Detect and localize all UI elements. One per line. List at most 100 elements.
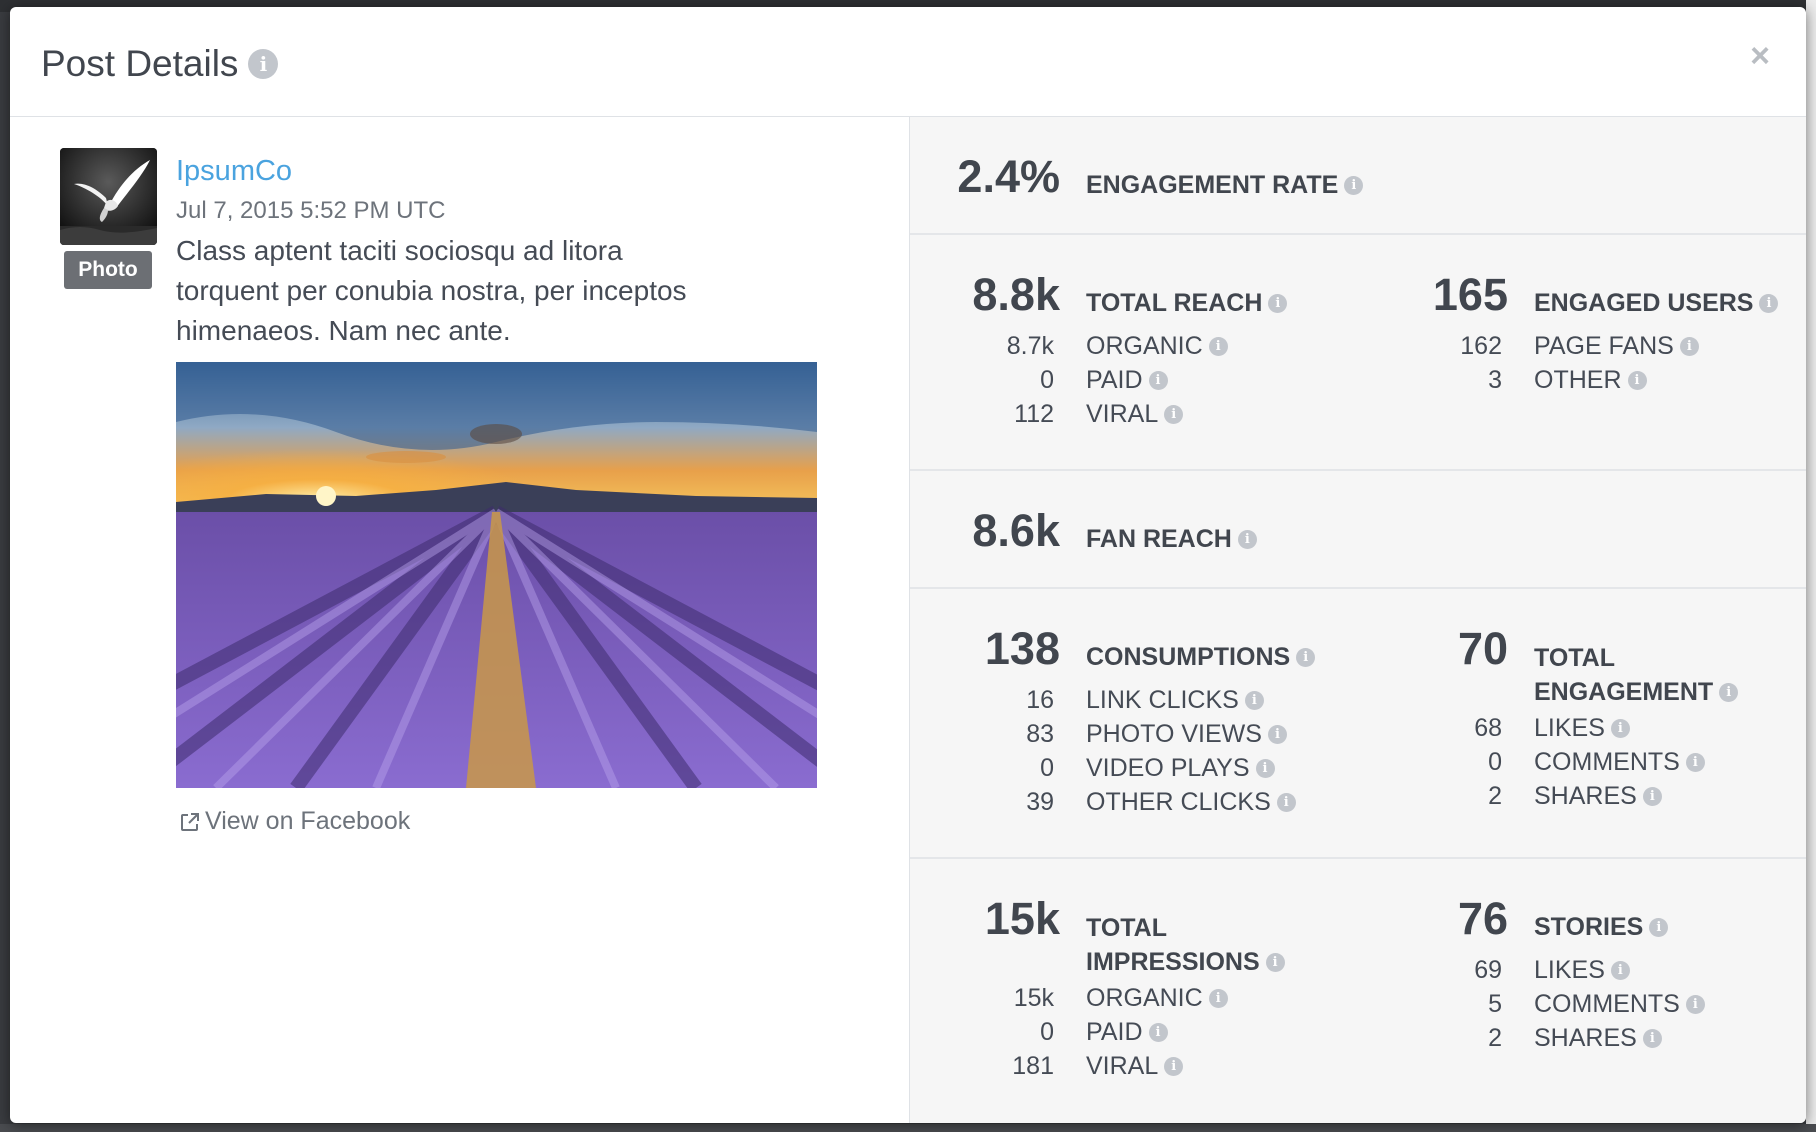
sub-metric-row: 3 OTHER i — [1392, 363, 1647, 397]
info-icon[interactable]: i — [1255, 758, 1275, 778]
info-icon[interactable]: i — [1679, 336, 1699, 356]
modal-title: Post Details i — [41, 43, 279, 85]
info-icon[interactable]: i — [1276, 792, 1296, 812]
post-details-modal: Post Details i × Photo IpsumCo Jul 7, 20… — [10, 7, 1806, 1123]
total-engagement-label-line2: ENGAGEMENT — [1534, 678, 1714, 706]
info-icon[interactable]: i — [1685, 752, 1705, 772]
sub-metric-value: 83 — [1026, 719, 1054, 748]
impressions-section: 15k TOTAL IMPRESSIONS i 15k ORGANIC i 0 P… — [910, 859, 1806, 1123]
sub-metric-row: 16 LINK CLICKS i — [944, 683, 1264, 717]
total-impressions-label-line2: IMPRESSIONS — [1086, 948, 1260, 976]
consumptions-label-text: CONSUMPTIONS — [1086, 643, 1291, 671]
sub-metric-value: 162 — [1460, 331, 1502, 360]
sub-metric-label-text: VIRAL — [1086, 399, 1159, 428]
consumptions-value: 138 — [984, 623, 1060, 674]
sub-metric-label: VIRAL i — [1086, 1052, 1184, 1081]
info-icon[interactable]: i — [1344, 176, 1364, 195]
sub-metric-label-text: SHARES — [1534, 781, 1637, 810]
author-link[interactable]: IpsumCo — [176, 155, 292, 188]
sub-metric-label-text: LIKES — [1534, 713, 1605, 742]
info-icon[interactable]: i — [1642, 786, 1662, 806]
engaged-users-label: ENGAGED USERS i — [1534, 289, 1779, 318]
info-icon[interactable]: i — [1208, 336, 1228, 356]
total-reach-label-text: TOTAL REACH — [1086, 289, 1263, 317]
sub-metric-label: SHARES i — [1534, 1024, 1662, 1053]
sub-metric-label: LIKES i — [1534, 956, 1630, 985]
sub-metric-label-text: COMMENTS — [1534, 747, 1680, 776]
background-page-bottom — [0, 1124, 1816, 1132]
info-icon[interactable]: i — [1237, 530, 1257, 549]
info-icon[interactable]: i — [1610, 718, 1630, 738]
stories-value: 76 — [1457, 893, 1508, 944]
sub-metric-row: 83 PHOTO VIEWS i — [944, 717, 1287, 751]
sub-metric-label: LINK CLICKS i — [1086, 686, 1264, 715]
total-engagement-label: TOTAL ENGAGEMENT i — [1534, 641, 1774, 709]
sub-metric-label-text: ORGANIC — [1086, 331, 1203, 360]
post-timestamp: Jul 7, 2015 5:52 PM UTC — [176, 197, 446, 224]
info-icon[interactable]: i — [1296, 648, 1316, 667]
sub-metric-label-text: COMMENTS — [1534, 989, 1680, 1018]
sub-metric-value: 5 — [1488, 989, 1502, 1018]
sub-metric-value: 0 — [1488, 747, 1502, 776]
sub-metric-label-text: ORGANIC — [1086, 983, 1203, 1012]
post-text: Class aptent taciti sociosqu ad litora t… — [176, 235, 687, 346]
sub-metric-value: 16 — [1026, 685, 1054, 714]
avatar-dove-image — [60, 148, 157, 245]
sub-metric-value: 0 — [1040, 365, 1054, 394]
sub-metric-label-text: VIDEO PLAYS — [1086, 753, 1250, 782]
engagement-rate-value: 2.4% — [957, 151, 1060, 202]
info-icon[interactable]: i — [1627, 370, 1647, 390]
sub-metric-label: ORGANIC i — [1086, 984, 1228, 1013]
engagement-rate-label-text: ENGAGEMENT RATE — [1086, 171, 1339, 199]
info-icon[interactable]: i — [1148, 1022, 1168, 1042]
sub-metric-label-text: LINK CLICKS — [1086, 685, 1239, 714]
avatar[interactable] — [60, 148, 157, 245]
sub-metric-row: 0 VIDEO PLAYS i — [944, 751, 1275, 785]
sub-metric-row: 2 SHARES i — [1392, 779, 1662, 813]
info-icon[interactable]: i — [1148, 370, 1168, 390]
sub-metric-label: PAID i — [1086, 366, 1168, 395]
info-icon[interactable]: i — [1649, 918, 1669, 937]
sub-metric-label-text: PAID — [1086, 1017, 1143, 1046]
total-impressions-label-line1: TOTAL — [1086, 914, 1168, 942]
total-engagement-value: 70 — [1457, 623, 1508, 674]
stories-label-text: STORIES — [1534, 913, 1644, 941]
info-icon[interactable]: i — [1642, 1028, 1662, 1048]
info-icon[interactable]: i — [1208, 988, 1228, 1008]
sub-metric-label: OTHER i — [1534, 366, 1647, 395]
view-on-facebook-label: View on Facebook — [205, 807, 411, 835]
info-icon[interactable]: i — [1685, 994, 1705, 1014]
modal-title-text: Post Details — [41, 43, 239, 84]
info-icon[interactable]: i — [1719, 682, 1739, 702]
sub-metric-row: 162 PAGE FANS i — [1392, 329, 1699, 363]
post-type-badge: Photo — [64, 251, 152, 289]
close-button[interactable]: × — [1750, 39, 1770, 73]
total-impressions-label-line2-wrap: IMPRESSIONS i — [1086, 945, 1326, 979]
post-image[interactable] — [176, 362, 817, 788]
total-impressions-value: 15k — [984, 893, 1060, 944]
sub-metric-label: COMMENTS i — [1534, 748, 1705, 777]
total-engagement-label-line1: TOTAL — [1534, 644, 1616, 672]
info-icon[interactable]: i — [1265, 952, 1285, 972]
info-icon[interactable]: i — [1759, 294, 1779, 313]
sub-metric-row: 181 VIRAL i — [944, 1049, 1184, 1083]
modal-header: Post Details i × — [10, 7, 1806, 117]
consumptions-section: 138 CONSUMPTIONS i 16 LINK CLICKS i 83 PH… — [910, 589, 1806, 859]
sub-metric-label: LIKES i — [1534, 714, 1630, 743]
info-icon[interactable]: i — [248, 49, 279, 79]
sub-metric-row: 0 PAID i — [944, 363, 1168, 397]
view-on-facebook-link[interactable]: View on Facebook — [178, 807, 410, 836]
stories-label: STORIES i — [1534, 913, 1669, 942]
info-icon[interactable]: i — [1268, 294, 1288, 313]
sub-metric-label-text: OTHER CLICKS — [1086, 787, 1271, 816]
sub-metric-label: SHARES i — [1534, 782, 1662, 811]
info-icon[interactable]: i — [1164, 404, 1184, 424]
sub-metric-label: ORGANIC i — [1086, 332, 1228, 361]
sub-metric-value: 15k — [1013, 983, 1054, 1012]
info-icon[interactable]: i — [1267, 724, 1287, 744]
info-icon[interactable]: i — [1610, 960, 1630, 980]
background-page-edge — [1806, 0, 1816, 1132]
info-icon[interactable]: i — [1244, 690, 1264, 710]
info-icon[interactable]: i — [1164, 1056, 1184, 1076]
sub-metric-label: PAGE FANS i — [1534, 332, 1699, 361]
